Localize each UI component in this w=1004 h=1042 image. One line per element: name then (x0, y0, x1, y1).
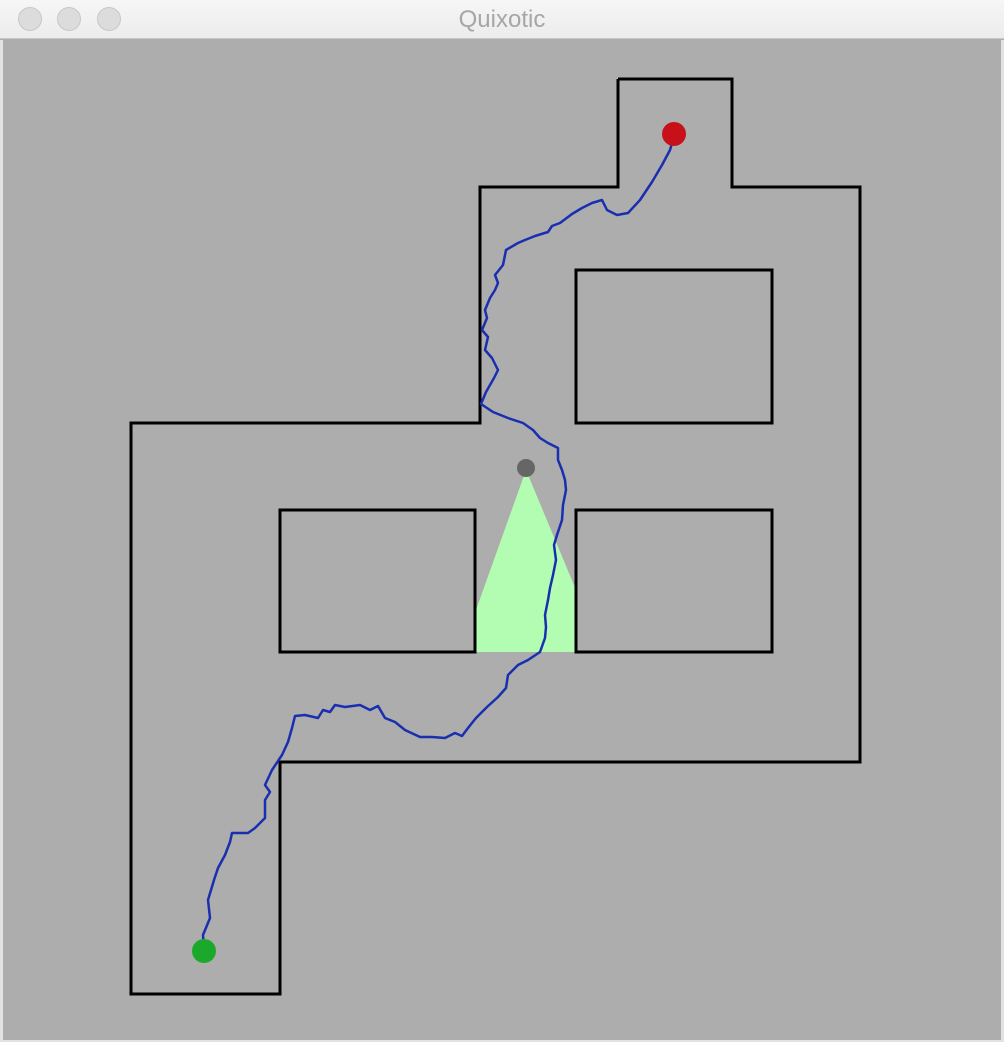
window-title: Quixotic (458, 6, 546, 33)
app-window: Quixotic (0, 0, 1004, 1042)
goal-marker[interactable] (662, 122, 686, 146)
window-edge-left (0, 40, 3, 1042)
window-titlebar[interactable]: Quixotic (0, 0, 1004, 39)
simulation-canvas[interactable] (0, 40, 1004, 1042)
robot-marker[interactable] (517, 459, 535, 477)
start-marker[interactable] (192, 939, 216, 963)
